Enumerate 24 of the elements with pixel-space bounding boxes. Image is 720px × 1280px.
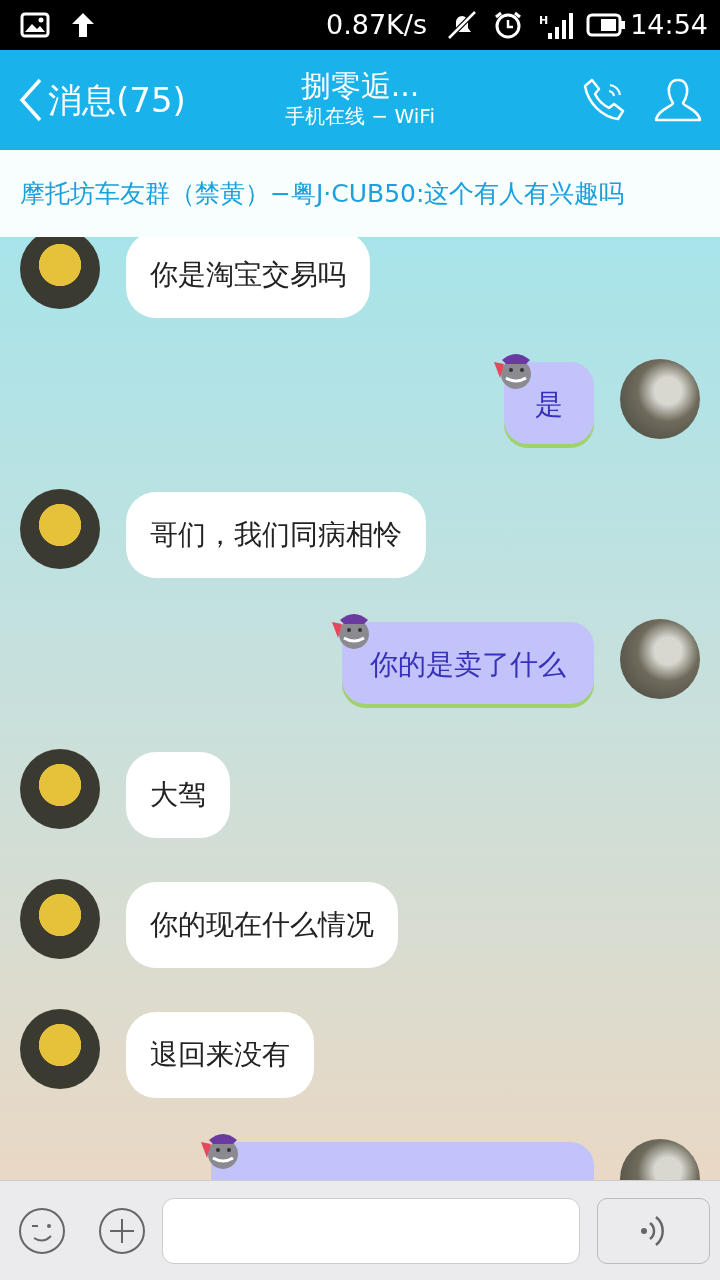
- message-bubble: 你是淘宝交易吗: [126, 237, 370, 318]
- signal-type-label: H: [538, 15, 549, 26]
- emoji-button[interactable]: [18, 1206, 66, 1255]
- group-notice[interactable]: 摩托坊车友群（禁黄）−粤J·CUB50:这个有人有兴趣吗: [0, 150, 720, 237]
- image-icon: [20, 12, 50, 38]
- message-input[interactable]: [162, 1197, 580, 1264]
- chat-title: 捌零逅...: [300, 68, 420, 104]
- network-speed: 0.87K/s: [325, 7, 427, 42]
- smiley-icon: [18, 1206, 66, 1255]
- message-bubble: 大驾: [126, 752, 230, 838]
- back-chevron-icon: [18, 78, 44, 122]
- plus-icon: [98, 1206, 146, 1255]
- battery-icon: [586, 13, 627, 37]
- signal-bars-icon: [548, 11, 575, 39]
- message-bubble: 你的现在什么情况: [126, 882, 398, 968]
- online-status: 手机在线 − WiFi: [285, 104, 435, 128]
- message-bubble: 退回来没有: [126, 1012, 314, 1098]
- person-icon: [654, 77, 702, 123]
- back-button[interactable]: 消息(75): [18, 74, 186, 126]
- upload-arrow-icon: [70, 11, 96, 39]
- alarm-clock-icon: [492, 10, 523, 40]
- clock-time: 14:54: [630, 7, 708, 42]
- add-button[interactable]: [98, 1206, 146, 1255]
- message-bubble: 哥们，我们同病相怜: [126, 492, 426, 578]
